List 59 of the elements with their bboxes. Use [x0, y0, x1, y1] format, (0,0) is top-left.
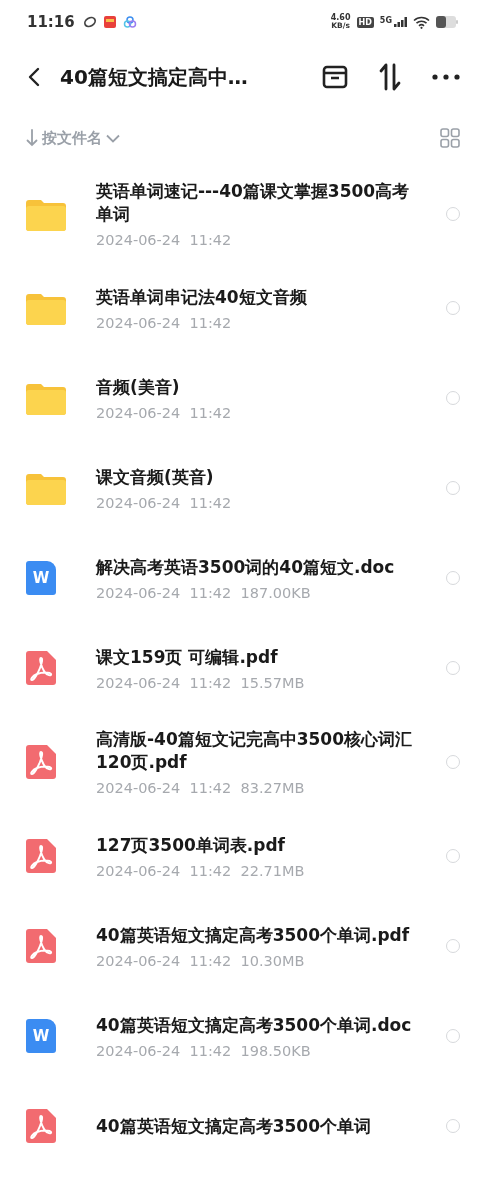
pdf-icon	[26, 1109, 56, 1143]
sort-button[interactable]	[378, 63, 402, 91]
wifi-icon	[413, 15, 430, 29]
file-details: 2024-06-24 11:42 187.00KB	[96, 584, 312, 601]
file-details: 2024-06-24 11:42 22.71MB	[96, 862, 306, 879]
file-name: 课文159页 可编辑.pdf	[96, 645, 279, 669]
file-row[interactable]: 40篇英语短文搞定高考3500个单词.pdf 2024-06-24 11:42 10.30MB	[0, 902, 486, 992]
file-name: 英语单词速记---40篇课文掌握3500高考单词	[96, 180, 411, 226]
file-row[interactable]: 英语单词速记---40篇课文掌握3500高考单词 2024-06-24 11:42	[0, 166, 486, 264]
file-row[interactable]: W 40篇英语短文搞定高考3500个单词.doc 2024-06-24 11:42 198.50KB	[0, 992, 486, 1082]
folder-icon	[26, 197, 66, 231]
file-row[interactable]: 课文音频(英音) 2024-06-24 11:42	[0, 444, 486, 534]
file-details: 2024-06-24 11:42 83.27MB	[96, 780, 306, 796]
pdf-icon	[26, 745, 56, 779]
signal-icon	[394, 17, 407, 27]
file-name: 高清版-40篇短文记完高中3500核心词汇120页.pdf	[96, 728, 414, 774]
pdf-icon	[26, 651, 56, 685]
arrow-down-icon	[26, 129, 38, 147]
battery-icon	[436, 16, 458, 28]
file-details: 2024-06-24 11:42	[96, 232, 233, 248]
file-name: 40篇英语短文搞定高考3500个单词.doc	[96, 1013, 413, 1037]
sync-icon	[82, 15, 97, 29]
file-row[interactable]: 127页3500单词表.pdf 2024-06-24 11:42 22.71MB	[0, 812, 486, 902]
file-details: 2024-06-24 11:42	[96, 314, 233, 331]
file-row[interactable]: 课文159页 可编辑.pdf 2024-06-24 11:42 15.57MB	[0, 624, 486, 714]
hd-badge: HD	[356, 16, 374, 28]
word-document-icon: W	[26, 1019, 56, 1053]
archive-button[interactable]	[322, 65, 348, 89]
file-row[interactable]: 音频(美音) 2024-06-24 11:42	[0, 354, 486, 444]
file-name: 音频(美音)	[96, 375, 181, 399]
file-row[interactable]: 高清版-40篇短文记完高中3500核心词汇120页.pdf 2024-06-24 11:42 83.27MB	[0, 714, 486, 812]
file-name: 解决高考英语3500词的40篇短文.doc	[96, 555, 396, 579]
folder-icon	[26, 291, 66, 325]
file-details: 2024-06-24 11:42 198.50KB	[96, 1042, 312, 1059]
folder-title: 40篇短文搞定高中…	[60, 63, 249, 91]
file-row[interactable]: W 解决高考英语3500词的40篇短文.doc 2024-06-24 11:42 187.00KB	[0, 534, 486, 624]
chevron-down-icon	[106, 133, 120, 143]
file-name: 40篇英语短文搞定高考3500个单词	[96, 1114, 372, 1138]
grid-view-button[interactable]	[440, 128, 460, 148]
more-button[interactable]	[432, 74, 460, 80]
network-type: 5G	[379, 16, 392, 25]
file-row[interactable]: 英语单词串记法40短文音频 2024-06-24 11:42	[0, 264, 486, 354]
folder-icon	[26, 381, 66, 415]
cloud-icon	[122, 15, 137, 29]
file-name: 40篇英语短文搞定高考3500个单词.pdf	[96, 923, 411, 947]
folder-icon	[26, 471, 66, 505]
word-document-icon: W	[26, 561, 56, 595]
pdf-icon	[26, 839, 56, 873]
pdf-icon	[26, 929, 56, 963]
app-icon	[102, 15, 117, 29]
file-name: 课文音频(英音)	[96, 465, 215, 489]
file-row[interactable]: 40篇英语短文搞定高考3500个单词	[0, 1082, 486, 1172]
file-details: 2024-06-24 11:42	[96, 404, 233, 421]
file-name: 127页3500单词表.pdf	[96, 833, 286, 857]
status-time: 11:16	[27, 13, 75, 31]
file-details: 2024-06-24 11:42 10.30MB	[96, 952, 306, 969]
file-name: 英语单词串记法40短文音频	[96, 285, 308, 309]
file-details: 2024-06-24 11:42	[96, 494, 233, 511]
file-details: 2024-06-24 11:42 15.57MB	[96, 674, 306, 691]
